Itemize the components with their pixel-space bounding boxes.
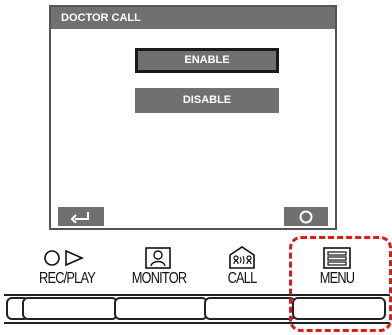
person-monitor-icon — [145, 247, 171, 269]
rec-play-label: REC/PLAY — [39, 270, 96, 287]
rec-play-button[interactable] — [22, 297, 118, 320]
ok-button[interactable] — [284, 207, 328, 226]
rec-play-icon — [44, 249, 84, 267]
return-arrow-icon — [70, 211, 89, 223]
enable-option[interactable]: ENABLE — [135, 48, 279, 73]
monitor-button[interactable] — [114, 297, 208, 320]
circle-icon — [299, 210, 313, 223]
lcd-screen: DOCTOR CALL ENABLE DISABLE — [49, 5, 337, 230]
menu-label: MENU — [319, 270, 355, 287]
disable-option[interactable]: DISABLE — [135, 88, 279, 113]
house-call-icon — [229, 246, 255, 269]
monitor-label: MONITOR — [131, 270, 187, 287]
menu-list-icon — [323, 247, 351, 269]
screen-title: DOCTOR CALL — [51, 7, 335, 29]
call-label: CALL — [227, 270, 258, 287]
call-button[interactable] — [204, 297, 296, 320]
menu-button[interactable] — [292, 297, 386, 320]
back-button[interactable] — [58, 207, 104, 226]
